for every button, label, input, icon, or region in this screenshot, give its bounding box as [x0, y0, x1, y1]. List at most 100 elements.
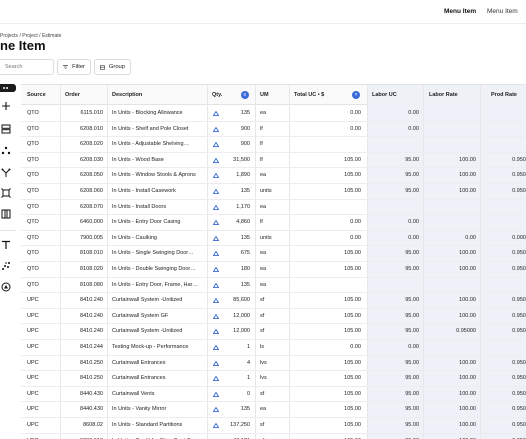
triangle-icon[interactable]	[213, 220, 219, 226]
triangle-icon[interactable]	[213, 391, 219, 397]
cell-prod-rate	[480, 122, 526, 137]
table-row[interactable]: QTO 6208.050 In Units - Window Stools & Ap…	[21, 168, 526, 184]
triangle-icon[interactable]	[213, 407, 219, 413]
table-row[interactable]: UPC 8410.244 Testing Mock-up - Performance…	[21, 340, 526, 356]
cell-labor-uc: 0.00	[408, 344, 419, 350]
table-row[interactable]: QTO 6208.070 In Units - Install Doors 1,170…	[21, 200, 526, 216]
plus-icon[interactable]	[1, 101, 11, 111]
table-row[interactable]: QTO 6208.060 In Units - Install Casework 13…	[21, 184, 526, 200]
cell-labor-rate: 100.00	[459, 390, 476, 397]
filter-button[interactable]: Filter	[57, 59, 91, 75]
triangle-icon[interactable]	[213, 189, 219, 194]
table-row[interactable]: UPC 8410.240 Curtainwall System -Unitized 8…	[21, 293, 526, 309]
cell-prod-rate: 0.9500	[512, 406, 526, 413]
cell-qty: 1	[246, 375, 250, 382]
triangle-icon[interactable]	[213, 251, 219, 257]
cell-total-uc: 105.00	[291, 434, 361, 439]
text-icon[interactable]	[1, 240, 11, 250]
col-header-source[interactable]: Source	[27, 85, 46, 105]
cell-source: QTO	[27, 234, 39, 241]
branch-icon[interactable]	[1, 168, 11, 178]
col-header-total-uc[interactable]: Total UC • $	[294, 85, 324, 105]
cell-order: 9208.010	[63, 434, 103, 439]
page-title: ne Item	[0, 38, 46, 53]
col-header-prod-rate[interactable]: Prod Rate	[491, 85, 517, 105]
triangle-icon[interactable]	[213, 376, 219, 382]
cell-qty: 31,500	[233, 156, 250, 163]
triangle-icon[interactable]	[213, 282, 219, 288]
cell-source: QTO	[27, 156, 39, 163]
triangle-icon[interactable]	[213, 111, 219, 116]
table-row[interactable]: QTO 7900.005 In Units - Caulking 135 units 0.…	[21, 231, 526, 247]
cell-description: In Units - Entry Door, Frame, Har…	[112, 281, 198, 288]
cell-um: sf	[260, 328, 265, 335]
cell-description: In Units - Standard Partitions	[112, 422, 183, 428]
cell-labor-uc: 95.00	[405, 422, 419, 428]
col-header-um[interactable]: UM	[260, 85, 269, 105]
group-button[interactable]: Group	[94, 59, 131, 75]
table-row[interactable]: QTO 8108.010 In Units - Single Swinging Do…	[21, 246, 526, 262]
cell-labor-rate	[423, 106, 476, 121]
cell-total-uc: 105.00	[344, 328, 361, 335]
layers-icon[interactable]	[1, 124, 11, 134]
table-row[interactable]: UPC 8410.250 Curtainwall Entrances 1 lvs 105.…	[21, 371, 526, 387]
triangle-icon[interactable]	[213, 345, 219, 350]
col-header-labor-uc[interactable]: Labor UC	[372, 85, 397, 105]
cell-total-uc: 105.00	[344, 250, 361, 257]
cell-order: 8410.240	[80, 328, 103, 335]
table-row[interactable]: QTO 8108.080 In Units - Entry Door, Frame,…	[21, 278, 526, 294]
top-navigation: Menu Item Menu Item	[0, 0, 526, 24]
nav-menu-item-active[interactable]: Menu Item	[444, 8, 476, 15]
cell-source: UPC	[27, 359, 39, 366]
table-row[interactable]: QTO 6115.010 In Units - Blocking Allowance…	[21, 106, 526, 122]
cell-total-uc: 105.00	[344, 266, 361, 272]
sidebar-handle[interactable]	[0, 84, 16, 92]
triangle-icon[interactable]	[213, 360, 219, 366]
filter-label: Filter	[72, 64, 85, 70]
triangle-icon[interactable]	[213, 157, 219, 163]
cell-prod-rate	[480, 200, 526, 215]
col-header-qty[interactable]: Qty.	[212, 85, 222, 105]
triangle-icon[interactable]	[213, 235, 219, 241]
col-header-description[interactable]: Description	[112, 85, 142, 105]
cell-prod-rate: 0.9500	[512, 375, 526, 382]
total-uc-column-add-icon[interactable]: ×	[352, 91, 360, 99]
table-row[interactable]: QTO 8108.020 In Units - Double Swinging Do…	[21, 262, 526, 278]
target-icon[interactable]	[1, 188, 11, 198]
table-row[interactable]: UPC 8410.240 Curtainwall System -Unitized 1…	[21, 324, 526, 340]
table-row[interactable]: UPC 9208.010 In Units - Credit for Skim Co…	[21, 434, 526, 439]
triangle-icon[interactable]	[213, 142, 219, 148]
filter-icon	[63, 65, 69, 69]
triangle-icon[interactable]	[213, 423, 219, 428]
triangle-icon[interactable]	[213, 267, 219, 272]
table-row[interactable]: UPC 8608.02 In Units - Standard Partitions…	[21, 418, 526, 434]
columns-icon[interactable]	[1, 209, 11, 219]
triangle-icon[interactable]	[213, 173, 219, 179]
cell-source: QTO	[27, 266, 39, 272]
alert-icon[interactable]	[1, 282, 11, 292]
col-header-order[interactable]: Order	[65, 85, 80, 105]
table-row[interactable]: QTO 6208.030 In Units - Wood Base 31,500 lf 1…	[21, 153, 526, 169]
triangle-icon[interactable]	[213, 126, 219, 132]
nav-menu-item[interactable]: Menu Item	[487, 8, 518, 15]
table-row[interactable]: UPC 8440.430 In Units - Vanity Mirror 135 ea…	[21, 402, 526, 418]
col-header-labor-rate[interactable]: Labor Rate	[429, 85, 458, 105]
cell-description: In Units - Adjustable Shelving…	[112, 141, 190, 148]
table-row[interactable]: UPC 8440.430 Curtainwall Vents 0 sf 105.00 95.…	[21, 387, 526, 403]
cell-qty: 137,250	[230, 422, 250, 428]
triangle-icon[interactable]	[213, 313, 219, 319]
table-row[interactable]: QTO 6460.000 In Units - Entry Door Casing 4…	[21, 215, 526, 231]
table-row[interactable]: QTO 6208.010 In Units - Shelf and Pole Clo…	[21, 122, 526, 138]
triangle-icon[interactable]	[213, 329, 219, 335]
table-row[interactable]: UPC 8410.240 Curtainwall System GF 12,000 sf…	[21, 309, 526, 325]
triangle-icon[interactable]	[213, 298, 219, 304]
table-row[interactable]: UPC 8410.250 Curtainwall Entrances 4 lvs 105.…	[21, 356, 526, 372]
qty-column-add-icon[interactable]: ≡	[241, 91, 249, 99]
cell-order: 8410.250	[80, 359, 103, 366]
triangle-icon[interactable]	[213, 204, 219, 210]
scatter-icon[interactable]	[1, 261, 11, 271]
cell-total-uc: 0.00	[350, 125, 361, 132]
table-row[interactable]: QTO 6208.020 In Units - Adjustable Shelvin…	[21, 137, 526, 153]
search-input[interactable]	[0, 59, 54, 75]
dots-icon[interactable]	[1, 146, 11, 156]
